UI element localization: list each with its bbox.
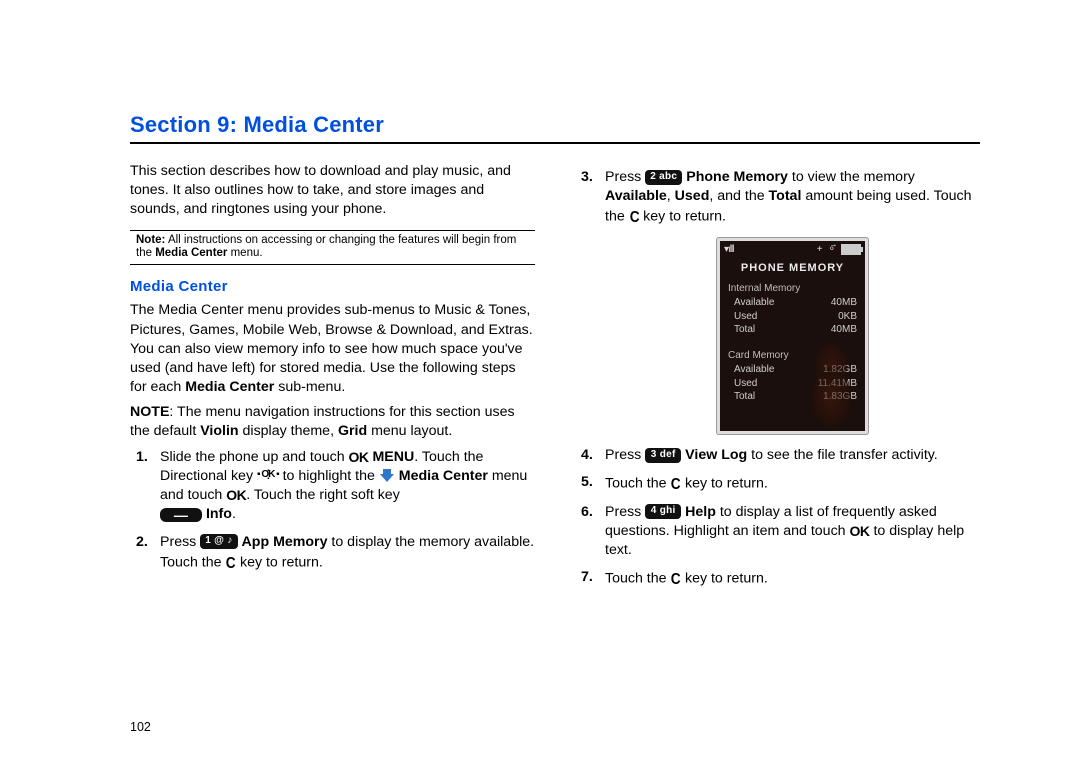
bluetooth-icon: ⚬⃗ (828, 243, 836, 257)
s3b: Phone Memory (686, 169, 788, 185)
r: Available (734, 296, 774, 310)
step-1: Slide the phone up and touch OK MENU . To… (130, 448, 535, 525)
s5b: key to return. (681, 476, 768, 492)
content-columns: This section describes how to download a… (130, 162, 980, 598)
r: Total (734, 390, 755, 404)
note-box: Note: All instructions on accessing or c… (130, 230, 535, 266)
c-key-icon: C (671, 474, 680, 496)
s3h: key to return. (639, 209, 726, 225)
softkey-icon: — (160, 508, 202, 522)
download-icon (379, 469, 395, 483)
left-column: This section describes how to download a… (130, 162, 535, 598)
n2d: display theme, (239, 423, 338, 439)
s1a: Slide the phone up and touch (160, 449, 349, 465)
s1e: . Touch the right soft key (246, 487, 400, 503)
v: 0KB (838, 310, 857, 324)
r: Used (734, 377, 757, 391)
s3a: Press (605, 169, 645, 185)
step-4: Press 3 def View Log to see the file tra… (575, 446, 980, 465)
s7a: Touch the (605, 571, 670, 587)
n2e: Grid (338, 423, 367, 439)
r: Available (734, 363, 774, 377)
s1menu: MENU (369, 449, 415, 465)
r: Used (734, 310, 757, 324)
s3e: Used (675, 188, 710, 204)
n2a: NOTE (130, 404, 169, 420)
step-3: Press 2 abc Phone Memory to view the mem… (575, 168, 980, 434)
s3d: Available (605, 188, 667, 204)
plus-icon: + (817, 243, 823, 257)
ok-icon: OK (850, 522, 870, 541)
c-key-icon: C (671, 569, 680, 591)
step-7: Touch the C key to return. (575, 568, 980, 590)
note-label: Note: (136, 234, 165, 246)
internal-memory: Internal Memory Available 40MB Used 0KB To… (720, 282, 865, 343)
step-2: Press 1 @ ♪ App Memory to display the me… (130, 533, 535, 574)
s4a: Press (605, 447, 645, 463)
s2d: key to return. (236, 554, 323, 570)
s1mc: Media Center (399, 468, 488, 484)
step-5: Touch the C key to return. (575, 473, 980, 495)
violin-bg (801, 337, 861, 427)
internal-head: Internal Memory (728, 282, 857, 296)
s6a: Press (605, 504, 645, 520)
s4c: to see the file transfer activity. (747, 447, 938, 463)
r: Total (734, 323, 755, 337)
s1info: Info (202, 506, 232, 522)
status-bar: ▾ılll + ⚬⃗ (720, 241, 865, 259)
steps-left: Slide the phone up and touch OK MENU . To… (130, 448, 535, 574)
note-tail: menu. (227, 247, 262, 259)
s1f: . (232, 506, 236, 522)
key-3: 3 def (645, 448, 681, 463)
mp1c: sub-menu. (274, 379, 345, 395)
signal-icon: ▾ılll (724, 243, 733, 257)
c-key-icon: C (226, 553, 235, 575)
s6b: Help (685, 504, 716, 520)
sub-heading: Media Center (130, 277, 535, 297)
v: 40MB (831, 296, 857, 310)
s1c: to highlight the (279, 468, 379, 484)
media-paragraph: The Media Center menu provides sub-menus… (130, 301, 535, 397)
ok-icon: OK (349, 448, 369, 467)
v: 40MB (831, 323, 857, 337)
n2f: menu layout. (367, 423, 452, 439)
s2b: App Memory (242, 534, 328, 550)
section-title: Section 9: Media Center (130, 112, 980, 144)
s4b: View Log (685, 447, 747, 463)
s7b: key to return. (681, 571, 768, 587)
s3c: to view the memory (788, 169, 915, 185)
step-6: Press 4 ghi Help to display a list of fr… (575, 503, 980, 561)
note-bold: Media Center (155, 247, 227, 259)
right-column: Press 2 abc Phone Memory to view the mem… (575, 162, 980, 598)
key-2: 2 abc (645, 170, 682, 185)
key-4: 4 ghi (645, 504, 681, 519)
n2c: Violin (200, 423, 238, 439)
s5a: Touch the (605, 476, 670, 492)
intro-text: This section describes how to download a… (130, 162, 535, 220)
phone-screenshot: ▾ılll + ⚬⃗ PHONE MEMORY Internal Memory … (717, 238, 868, 434)
note2: NOTE: The menu navigation instructions f… (130, 403, 535, 441)
battery-icon (841, 244, 861, 255)
s2a: Press (160, 534, 200, 550)
ok-icon: OK (226, 486, 246, 505)
s3f: Total (769, 188, 802, 204)
mp1b: Media Center (185, 379, 274, 395)
steps-right: Press 2 abc Phone Memory to view the mem… (575, 168, 980, 590)
page-number: 102 (130, 720, 151, 734)
key-1: 1 @ ♪ (200, 534, 237, 549)
phone-title: PHONE MEMORY (720, 261, 865, 276)
dpad-icon: ▪ OK ▪ (257, 468, 279, 482)
c-key-icon: C (629, 207, 638, 229)
